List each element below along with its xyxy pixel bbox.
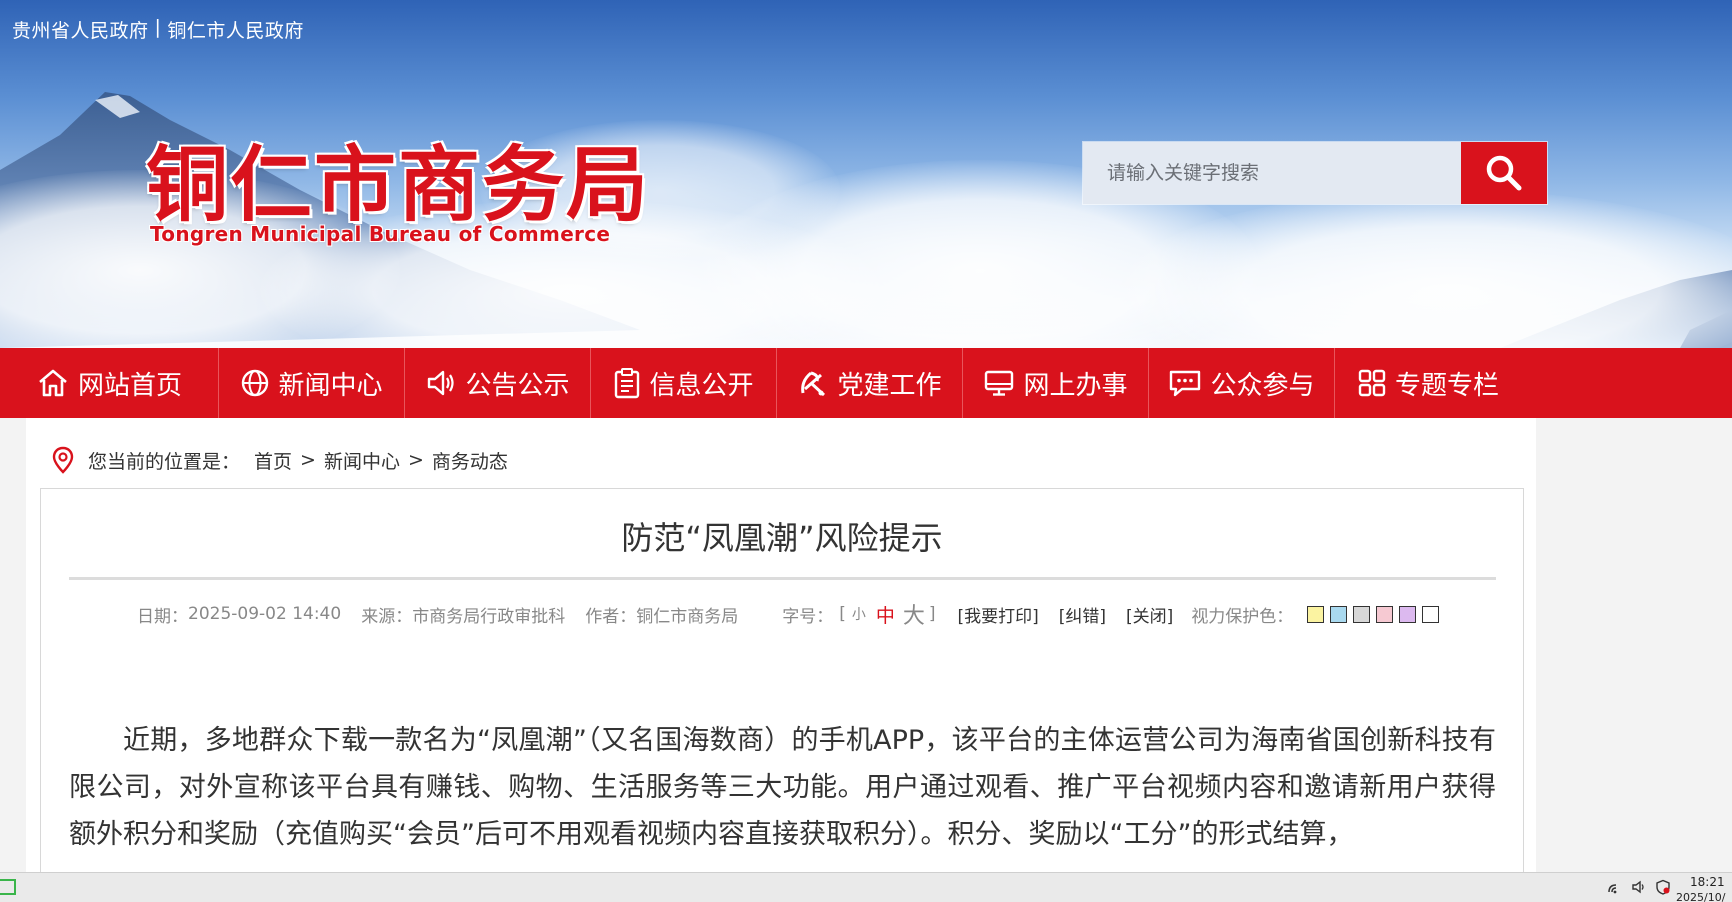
breadcrumb-separator: > <box>407 449 424 471</box>
font-size-bracket-close: ] <box>928 604 936 624</box>
author-label: 作者： <box>585 606 637 627</box>
eye-protection-label: 视力保护色： <box>1191 606 1294 627</box>
nav-item-home[interactable]: 网站首页 <box>0 348 219 418</box>
taskbar-app-icon[interactable] <box>0 879 16 895</box>
nav-item-label: 网站首页 <box>77 370 182 401</box>
nav-item-label: 信息公开 <box>649 370 754 401</box>
breadcrumb-link-commerce-news[interactable]: 商务动态 <box>432 447 508 474</box>
close-page-button[interactable]: [关闭] <box>1126 602 1173 627</box>
clipboard-icon <box>615 368 640 399</box>
font-size-bracket-open: [ <box>839 604 846 624</box>
article-meta: 日期： 2025-09-02 14:40 来源： 市商务局行政审批科 作者： 铜… <box>137 599 1445 629</box>
globe-icon <box>242 369 269 397</box>
report-error-button[interactable]: [纠错] <box>1059 602 1106 627</box>
wifi-icon[interactable] <box>1607 879 1623 895</box>
breadcrumb-link-news[interactable]: 新闻中心 <box>324 447 400 474</box>
nav-item-party-building[interactable]: 党建工作 <box>777 348 963 418</box>
speaker-icon <box>428 370 455 396</box>
chat-icon <box>1170 370 1201 397</box>
title-divider <box>69 577 1496 580</box>
home-icon <box>39 369 67 397</box>
eye-color-pink[interactable] <box>1376 605 1394 623</box>
nav-item-announcements[interactable]: 公告公示 <box>405 348 591 418</box>
nav-item-label: 网上办事 <box>1023 370 1128 401</box>
gov-link-province[interactable]: 贵州省人民政府 <box>12 16 149 43</box>
source-label: 来源： <box>361 606 413 627</box>
article-title: 防范“凤凰潮”风险提示 <box>621 519 943 557</box>
eye-color-yellow[interactable] <box>1307 605 1325 623</box>
grid-icon <box>1358 369 1386 397</box>
breadcrumb: 您当前的位置是： 首页 > 新闻中心 > 商务动态 <box>52 440 508 480</box>
date-label: 日期： <box>137 606 188 627</box>
taskbar-clock-date[interactable]: 2025/10/ <box>1676 891 1725 902</box>
nav-item-label: 专题专栏 <box>1394 370 1499 401</box>
system-tray <box>1607 879 1671 895</box>
nav-item-label: 公告公示 <box>465 370 570 401</box>
main-nav: 网站首页 新闻中心 公告公示 信息公开 党建工作 网上办事 公众参与 专题专栏 <box>0 348 1732 418</box>
font-size-label: 字号： <box>782 606 834 627</box>
article-source: 市商务局行政审批科 <box>412 606 566 627</box>
volume-icon[interactable] <box>1631 879 1647 895</box>
nav-item-online-services[interactable]: 网上办事 <box>963 348 1149 418</box>
nav-item-label: 公众参与 <box>1210 370 1315 401</box>
site-logo-title[interactable]: 铜仁市商务局 <box>146 118 650 237</box>
breadcrumb-separator: > <box>300 449 316 471</box>
page-margin-right <box>1536 418 1732 902</box>
gov-links: 贵州省人民政府 | 铜仁市人民政府 <box>12 16 304 43</box>
os-taskbar: 18:21 2025/10/ <box>0 872 1732 902</box>
article-body-paragraph: 近期，多地群众下载一款名为“凤凰潮”（又名国海数商）的手机APP，该平台的主体运… <box>69 725 1496 850</box>
font-size-large-button[interactable]: 大 <box>903 598 925 630</box>
nav-item-label: 党建工作 <box>837 370 942 401</box>
eye-color-grey[interactable] <box>1353 605 1371 623</box>
article-author: 铜仁市商务局 <box>636 606 739 627</box>
search-box <box>1083 142 1547 204</box>
monitor-icon <box>985 370 1014 396</box>
gov-link-city[interactable]: 铜仁市人民政府 <box>167 16 304 43</box>
site-logo-subtitle: Tongren Municipal Bureau of Commerce <box>150 222 611 246</box>
eye-color-blue[interactable] <box>1330 605 1348 623</box>
page-margin-left <box>0 418 26 902</box>
nav-item-news[interactable]: 新闻中心 <box>219 348 405 418</box>
article-panel: 防范“凤凰潮”风险提示 日期： 2025-09-02 14:40 来源： 市商务… <box>40 488 1524 902</box>
security-shield-icon[interactable] <box>1655 879 1671 895</box>
eye-color-white[interactable] <box>1422 605 1440 623</box>
nav-item-info-disclosure[interactable]: 信息公开 <box>591 348 777 418</box>
eye-color-purple[interactable] <box>1399 605 1417 623</box>
site-banner: 贵州省人民政府 | 铜仁市人民政府 铜仁市商务局 Tongren Municip… <box>0 0 1732 348</box>
taskbar-clock-time[interactable]: 18:21 <box>1690 875 1725 889</box>
nav-item-special-topics[interactable]: 专题专栏 <box>1335 348 1521 418</box>
nav-item-label: 新闻中心 <box>278 370 383 401</box>
search-input[interactable] <box>1083 142 1461 204</box>
nav-item-public-participation[interactable]: 公众参与 <box>1149 348 1335 418</box>
search-button[interactable] <box>1461 142 1547 204</box>
breadcrumb-prefix: 您当前的位置是： <box>88 450 241 473</box>
print-button[interactable]: [我要打印] <box>958 602 1039 627</box>
font-size-small-button[interactable]: 小 <box>852 604 866 624</box>
publish-date: 2025-09-02 14:40 <box>188 604 342 624</box>
location-pin-icon <box>52 446 74 474</box>
breadcrumb-link-home[interactable]: 首页 <box>254 447 292 474</box>
gov-link-separator: | <box>154 16 162 38</box>
font-size-medium-button[interactable]: 中 <box>876 601 895 628</box>
search-icon <box>1486 155 1522 191</box>
party-emblem-icon <box>801 371 826 397</box>
